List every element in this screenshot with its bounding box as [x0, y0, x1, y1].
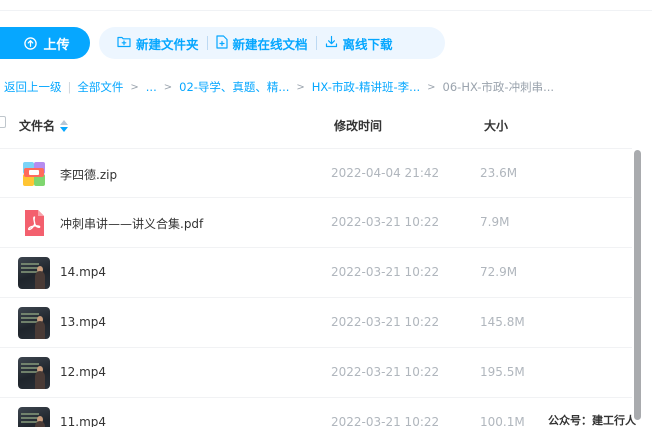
upload-label: 上传 — [43, 37, 70, 53]
breadcrumb-divider: | — [67, 80, 72, 94]
breadcrumb-item[interactable]: 02-导学、真题、精... — [179, 79, 289, 95]
offline-download-button[interactable]: 离线下载 — [317, 34, 401, 53]
column-name-label: 文件名 — [19, 119, 56, 133]
upload-icon — [24, 36, 38, 50]
new-folder-label: 新建文件夹 — [136, 36, 199, 52]
file-name[interactable]: 14.mp4 — [60, 265, 106, 279]
table-row[interactable]: 14.mp4 2022-03-21 10:22 72.9M — [0, 248, 632, 298]
file-modified: 2022-03-21 10:22 — [331, 265, 440, 279]
file-size: 100.1M — [480, 415, 525, 427]
file-name[interactable]: 11.mp4 — [60, 415, 106, 427]
pdf-icon — [18, 207, 50, 239]
table-header: 文件名 修改时间 大小 — [0, 108, 632, 140]
chevron-right-icon: > — [427, 81, 436, 93]
table-row[interactable]: 11.mp4 2022-03-21 10:22 100.1M — [0, 398, 632, 427]
offline-download-label: 离线下载 — [342, 36, 393, 52]
file-name[interactable]: 13.mp4 — [60, 315, 106, 329]
thumbnail-person — [35, 371, 45, 389]
download-icon — [325, 35, 338, 51]
table-row[interactable]: 13.mp4 2022-03-21 10:22 145.8M — [0, 298, 632, 348]
folder-plus-icon — [117, 35, 131, 51]
upload-button[interactable]: 上传 — [0, 27, 90, 59]
breadcrumb-ellipsis[interactable]: ... — [146, 80, 157, 94]
file-modified: 2022-03-21 10:22 — [331, 315, 440, 329]
breadcrumb-current: 06-HX-市政-冲刺串... — [442, 80, 555, 94]
thumbnail-person — [35, 421, 45, 427]
thumbnail-person — [35, 271, 45, 289]
new-folder-button[interactable]: 新建文件夹 — [109, 34, 207, 53]
chevron-right-icon: > — [130, 81, 139, 93]
file-modified: 2022-03-21 10:22 — [331, 415, 440, 427]
file-modified: 2022-03-21 10:22 — [331, 215, 440, 229]
table-row[interactable]: 12.mp4 2022-03-21 10:22 195.5M — [0, 348, 632, 398]
breadcrumb-back[interactable]: 返回上一级 — [4, 79, 62, 95]
thumbnail-person — [35, 321, 45, 339]
vertical-scrollbar[interactable] — [634, 150, 641, 420]
file-modified: 2022-03-21 10:22 — [331, 365, 440, 379]
table-row[interactable]: 冲刺串讲——讲义合集.pdf 2022-03-21 10:22 7.9M — [0, 198, 632, 248]
zip-icon — [18, 158, 50, 190]
file-size: 7.9M — [480, 215, 510, 229]
table-row[interactable]: 李四德.zip 2022-04-04 21:42 23.6M — [0, 148, 632, 198]
video-thumbnail — [18, 257, 50, 289]
file-name[interactable]: 12.mp4 — [60, 365, 106, 379]
chevron-right-icon: > — [296, 81, 305, 93]
column-header-size[interactable]: 大小 — [484, 117, 508, 134]
file-modified: 2022-04-04 21:42 — [331, 166, 440, 180]
file-manager-page: 上传 新建文件夹 新建在线文档 离线下载 返回上一级 | 全部文件 > ... … — [0, 0, 652, 427]
breadcrumb-root[interactable]: 全部文件 — [77, 79, 123, 95]
file-size: 23.6M — [480, 166, 518, 180]
sort-icon[interactable] — [60, 119, 69, 132]
file-size: 195.5M — [480, 365, 525, 379]
breadcrumb: 返回上一级 | 全部文件 > ... > 02-导学、真题、精... > HX-… — [4, 79, 554, 95]
file-size: 145.8M — [480, 315, 525, 329]
new-online-doc-button[interactable]: 新建在线文档 — [208, 34, 316, 53]
new-online-doc-label: 新建在线文档 — [232, 36, 308, 52]
column-header-name[interactable]: 文件名 — [19, 117, 69, 134]
file-size: 72.9M — [480, 265, 518, 279]
select-all-checkbox[interactable] — [0, 116, 6, 128]
video-thumbnail — [18, 307, 50, 339]
watermark: 公众号：建工行人 — [548, 414, 636, 427]
video-thumbnail — [18, 407, 50, 427]
doc-plus-icon — [215, 34, 228, 52]
file-name[interactable]: 冲刺串讲——讲义合集.pdf — [60, 215, 203, 232]
top-divider — [0, 0, 652, 11]
file-list: 李四德.zip 2022-04-04 21:42 23.6M 冲刺串讲——讲义合… — [0, 148, 632, 427]
file-name[interactable]: 李四德.zip — [60, 166, 117, 183]
column-header-modified[interactable]: 修改时间 — [334, 117, 382, 134]
video-thumbnail — [18, 357, 50, 389]
toolbar-actions: 新建文件夹 新建在线文档 离线下载 — [99, 27, 445, 59]
breadcrumb-item[interactable]: HX-市政-精讲班-李... — [312, 79, 420, 95]
chevron-right-icon: > — [163, 81, 173, 93]
